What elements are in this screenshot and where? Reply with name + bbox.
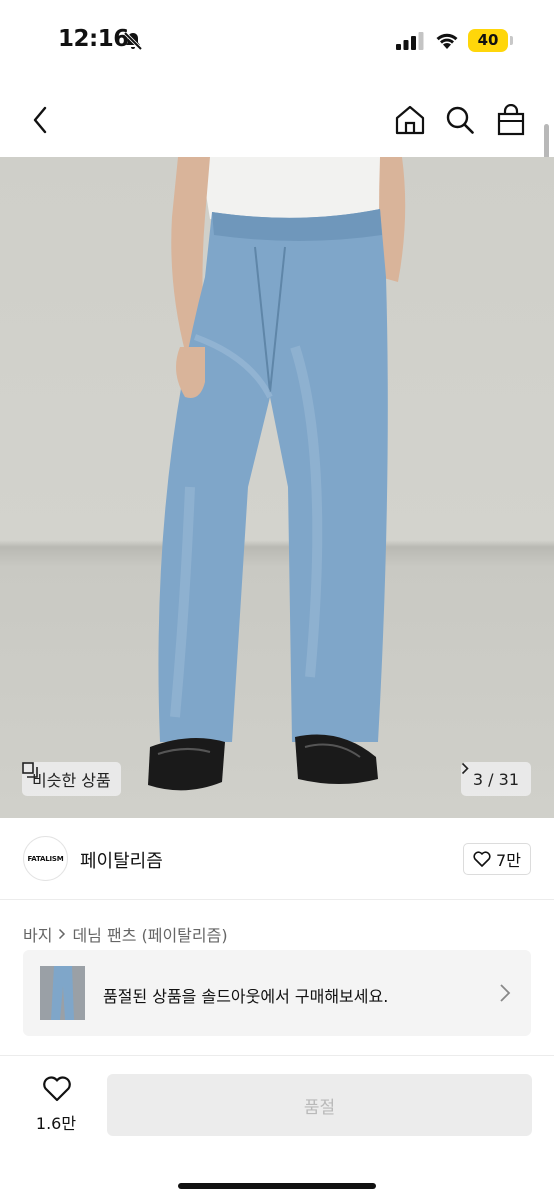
page-indicator-label: 3 / 31	[472, 769, 519, 789]
battery-cap	[510, 36, 513, 45]
similar-products-button[interactable]: 비슷한 상품	[22, 762, 121, 796]
chevron-right-icon	[500, 984, 511, 1002]
image-page-indicator[interactable]: 3 / 31	[460, 762, 531, 796]
home-icon	[395, 105, 425, 135]
heart-icon	[473, 851, 491, 867]
shopping-bag-icon	[497, 104, 525, 136]
chevron-left-icon	[33, 106, 47, 134]
banner-thumbnail	[40, 966, 85, 1020]
bell-slash-icon	[123, 31, 143, 51]
shop-like-count: 7만	[496, 851, 521, 870]
nav-bar	[0, 82, 554, 157]
shop-like-button[interactable]: 7만	[463, 843, 531, 875]
breadcrumb-category[interactable]: 바지	[23, 922, 52, 946]
home-button[interactable]	[390, 100, 430, 140]
shop-logo[interactable]: FATALISM	[23, 836, 68, 881]
banner-text: 품절된 상품을 솔드아웃에서 구매해보세요.	[103, 987, 389, 1006]
breadcrumb-subcategory[interactable]: 데님 팬츠 (페이탈리즘)	[72, 922, 227, 946]
similar-products-label: 비슷한 상품	[32, 771, 111, 790]
home-indicator[interactable]	[178, 1183, 376, 1189]
copy-icon	[22, 762, 38, 778]
search-icon	[446, 106, 474, 134]
signal-icon	[396, 32, 424, 50]
shop-row[interactable]: FATALISM 페이탈리즘 7만	[0, 818, 554, 900]
back-button[interactable]	[20, 100, 60, 140]
battery-icon: 40	[468, 29, 508, 52]
cart-button[interactable]	[491, 100, 531, 140]
soldout-button[interactable]: 품절	[107, 1074, 532, 1136]
wishlist-count: 1.6만	[35, 1114, 77, 1133]
heart-icon	[43, 1076, 71, 1102]
product-photo	[148, 157, 406, 791]
bottom-action-bar: 1.6만 품절	[0, 1055, 554, 1200]
search-button[interactable]	[440, 100, 480, 140]
product-image-carousel[interactable]: 비슷한 상품 3 / 31	[0, 157, 554, 818]
shop-name[interactable]: 페이탈리즘	[80, 847, 163, 873]
chevron-right-icon	[59, 928, 66, 940]
wifi-icon	[436, 33, 458, 49]
status-time: 12:16	[58, 26, 129, 52]
chevron-right-icon	[461, 762, 469, 775]
breadcrumb: 바지 데님 팬츠 (페이탈리즘)	[23, 922, 228, 946]
status-bar: 12:16 40	[0, 0, 554, 82]
soldout-banner[interactable]: 품절된 상품을 솔드아웃에서 구매해보세요.	[23, 950, 531, 1036]
